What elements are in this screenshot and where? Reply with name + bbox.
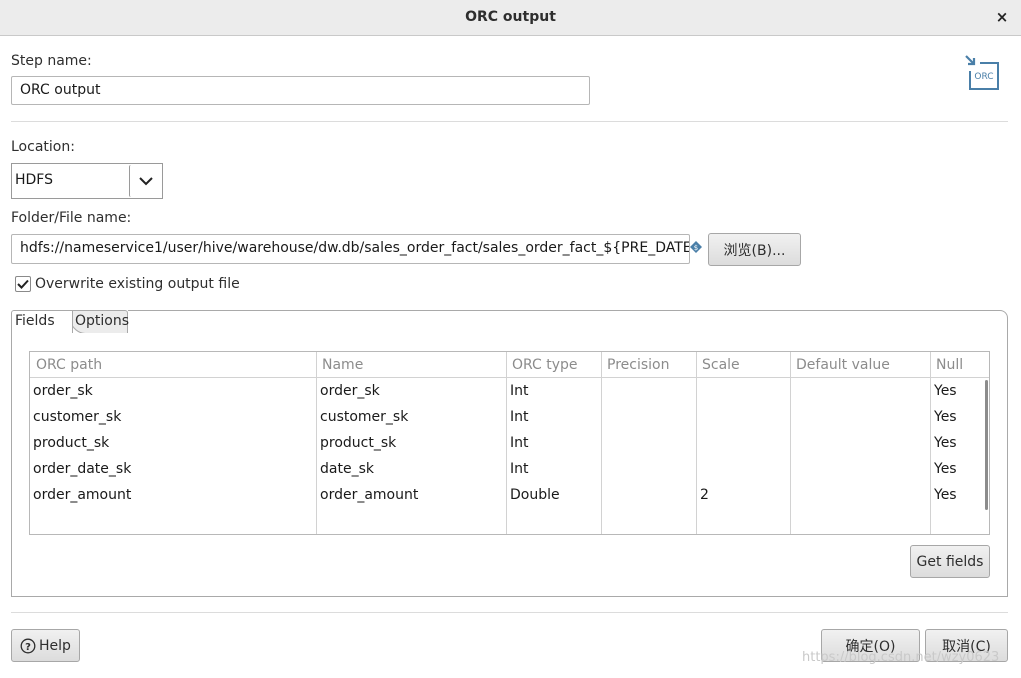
cell-null[interactable]: Yes [931, 430, 957, 456]
cell-orc-type[interactable]: Int [507, 456, 529, 482]
cell-orc-type[interactable]: Int [507, 404, 529, 430]
location-label: Location: [11, 139, 75, 155]
cell-orc-path[interactable]: order_amount [30, 482, 131, 508]
column-header-orc-type[interactable]: ORC type [506, 352, 601, 378]
cell-precision[interactable] [602, 482, 605, 508]
cell-name[interactable]: date_sk [317, 456, 374, 482]
separator-bottom [11, 612, 1008, 613]
get-fields-button[interactable]: Get fields [910, 545, 990, 578]
fields-table[interactable]: ORC path Name ORC type Precision Scale D… [29, 351, 990, 535]
folder-input[interactable]: hdfs://nameservice1/user/hive/warehouse/… [11, 234, 690, 264]
table-row[interactable]: order_amount order_amount Double 2 Yes [30, 482, 985, 508]
step-name-input[interactable]: ORC output [11, 76, 590, 105]
cell-null[interactable]: Yes [931, 482, 957, 508]
orc-output-icon: ORC [965, 55, 999, 90]
cell-scale[interactable] [697, 430, 700, 456]
cell-orc-path[interactable]: order_sk [30, 378, 93, 404]
cell-default-value[interactable] [791, 430, 794, 456]
browse-button[interactable]: 浏览(B)... [708, 233, 801, 266]
table-row[interactable]: product_sk product_sk Int Yes [30, 430, 985, 456]
column-header-precision[interactable]: Precision [601, 352, 696, 378]
folder-label: Folder/File name: [11, 210, 132, 226]
cell-name[interactable]: order_sk [317, 378, 380, 404]
chevron-down-icon[interactable] [129, 165, 162, 197]
checkmark-icon [17, 279, 29, 289]
cell-scale[interactable] [697, 378, 700, 404]
tab-strip [128, 310, 1008, 334]
cell-orc-path[interactable]: product_sk [30, 430, 109, 456]
cell-precision[interactable] [602, 378, 605, 404]
location-dropdown[interactable]: HDFS [11, 163, 163, 199]
cell-default-value[interactable] [791, 482, 794, 508]
table-row[interactable]: customer_sk customer_sk Int Yes [30, 404, 985, 430]
cell-orc-path[interactable]: customer_sk [30, 404, 121, 430]
watermark-text: https://blog.csdn.net/wzy0623 [802, 650, 1000, 665]
cell-default-value[interactable] [791, 378, 794, 404]
cell-orc-path[interactable]: order_date_sk [30, 456, 131, 482]
cell-null[interactable]: Yes [931, 404, 957, 430]
cell-scale[interactable] [697, 404, 700, 430]
table-row[interactable]: order_date_sk date_sk Int Yes [30, 456, 985, 482]
cell-name[interactable]: order_amount [317, 482, 418, 508]
tab-fields-label[interactable]: Fields [15, 313, 55, 329]
table-header: ORC path Name ORC type Precision Scale D… [30, 352, 989, 378]
close-icon[interactable]: × [993, 7, 1011, 27]
cell-precision[interactable] [602, 404, 605, 430]
cell-scale[interactable]: 2 [697, 482, 709, 508]
help-label: Help [39, 637, 71, 654]
separator-top [11, 121, 1008, 122]
overwrite-label[interactable]: Overwrite existing output file [35, 276, 240, 292]
variable-diamond-icon: $ [690, 241, 702, 253]
column-header-default-value[interactable]: Default value [790, 352, 930, 378]
tab-options-label[interactable]: Options [75, 313, 129, 329]
svg-text:$: $ [694, 244, 698, 252]
orc-icon-text: ORC [974, 72, 993, 82]
help-button[interactable]: ? Help [11, 629, 80, 662]
cell-orc-type[interactable]: Int [507, 430, 529, 456]
overwrite-checkbox[interactable] [15, 276, 31, 292]
cell-precision[interactable] [602, 430, 605, 456]
cell-default-value[interactable] [791, 456, 794, 482]
step-name-label: Step name: [11, 53, 92, 69]
title-bar: ORC output × [0, 0, 1021, 36]
cell-scale[interactable] [697, 456, 700, 482]
column-header-orc-path[interactable]: ORC path [30, 352, 316, 378]
cell-orc-type[interactable]: Int [507, 378, 529, 404]
table-row[interactable]: order_sk order_sk Int Yes [30, 378, 985, 404]
cell-null[interactable]: Yes [931, 456, 957, 482]
cell-null[interactable]: Yes [931, 378, 957, 404]
cell-precision[interactable] [602, 456, 605, 482]
column-header-name[interactable]: Name [316, 352, 506, 378]
window-title: ORC output [465, 9, 556, 25]
location-selected-value: HDFS [15, 172, 54, 188]
column-header-null[interactable]: Null [930, 352, 985, 378]
help-icon: ? [20, 638, 36, 653]
cell-name[interactable]: product_sk [317, 430, 396, 456]
cell-default-value[interactable] [791, 404, 794, 430]
cell-orc-type[interactable]: Double [507, 482, 560, 508]
column-header-scale[interactable]: Scale [696, 352, 790, 378]
vertical-scrollbar[interactable] [985, 380, 988, 510]
cell-name[interactable]: customer_sk [317, 404, 408, 430]
svg-text:?: ? [25, 642, 31, 653]
